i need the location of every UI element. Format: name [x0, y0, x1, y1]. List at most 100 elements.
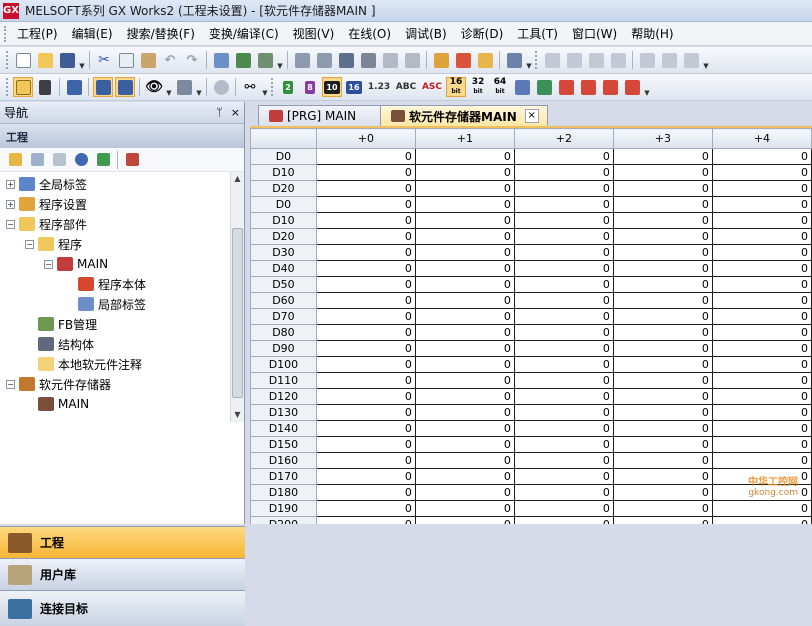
device-value-cell[interactable]: 0	[513, 260, 614, 277]
device-import-icon[interactable]	[556, 77, 576, 97]
sampling-trace-icon[interactable]	[475, 50, 495, 70]
paste-data-icon[interactable]	[49, 150, 69, 170]
plc-write-icon[interactable]	[292, 50, 312, 70]
device-value-cell[interactable]: 0	[612, 180, 713, 197]
device-value-cell[interactable]: 0	[513, 228, 614, 245]
compile-icon[interactable]	[233, 50, 253, 70]
device-value-cell[interactable]: 0	[315, 516, 416, 524]
device-value-cell[interactable]: 0	[414, 436, 515, 453]
device-value-cell[interactable]: 0	[612, 372, 713, 389]
menu-window[interactable]: 窗口(W)	[565, 23, 624, 45]
tab-prg-main[interactable]: [PRG] MAIN	[258, 105, 386, 126]
tab-device-memory-main[interactable]: 软元件存储器MAIN ×	[380, 105, 548, 126]
device-value-cell[interactable]: 0	[414, 388, 515, 405]
ladder-line-icon[interactable]	[608, 50, 628, 70]
device-value-cell[interactable]: 0	[513, 500, 614, 517]
device-value-cell[interactable]: 0	[513, 212, 614, 229]
collapse-icon[interactable]: −	[6, 219, 15, 229]
device-value-cell[interactable]: 0	[315, 164, 416, 181]
collapse-icon[interactable]: −	[25, 239, 34, 249]
device-comment-icon[interactable]	[115, 77, 135, 97]
device-value-cell[interactable]: 0	[513, 276, 614, 293]
device-fill-icon[interactable]	[622, 77, 642, 97]
ladder-fall-icon[interactable]	[681, 50, 701, 70]
ladder-rise-icon[interactable]	[659, 50, 679, 70]
plc-settings-icon[interactable]	[122, 150, 142, 170]
device-value-cell[interactable]: 0	[315, 276, 416, 293]
device-value-cell[interactable]: 0	[711, 420, 812, 437]
menu-help[interactable]: 帮助(H)	[624, 23, 680, 45]
device-value-cell[interactable]: 0	[612, 212, 713, 229]
device-value-cell[interactable]: 0	[711, 372, 812, 389]
undo-icon[interactable]: ↶	[160, 50, 180, 70]
ladder-branch-icon[interactable]	[637, 50, 657, 70]
device-value-cell[interactable]: 0	[513, 436, 614, 453]
open-folder-icon[interactable]	[35, 50, 55, 70]
device-value-cell[interactable]: 0	[414, 180, 515, 197]
tree-item-program[interactable]: − 程序	[25, 234, 82, 254]
close-tab-icon[interactable]: ×	[524, 109, 539, 123]
ladder-coil-icon[interactable]	[564, 50, 584, 70]
menu-grip-icon[interactable]	[4, 25, 7, 42]
output-window-icon[interactable]	[64, 77, 84, 97]
device-write-icon[interactable]	[512, 77, 532, 97]
device-value-cell[interactable]: 0	[414, 356, 515, 373]
device-value-cell[interactable]: 0	[711, 260, 812, 277]
device-value-cell[interactable]: 0	[711, 228, 812, 245]
copy-icon[interactable]	[116, 50, 136, 70]
device-value-cell[interactable]: 0	[315, 212, 416, 229]
copy-data-icon[interactable]	[27, 150, 47, 170]
device-value-cell[interactable]: 0	[711, 276, 812, 293]
device-value-cell[interactable]: 0	[513, 340, 614, 357]
device-value-cell[interactable]: 0	[414, 420, 515, 437]
verify-icon[interactable]	[336, 50, 356, 70]
ladder-contact-icon[interactable]	[542, 50, 562, 70]
device-value-cell[interactable]: 0	[315, 388, 416, 405]
device-read-icon[interactable]	[534, 77, 554, 97]
monitor-icon[interactable]	[358, 50, 378, 70]
ascii-display-button[interactable]: ASC	[420, 77, 444, 97]
device-value-cell[interactable]: 0	[711, 404, 812, 421]
device-value-cell[interactable]: 0	[612, 196, 713, 213]
string-display-button[interactable]: ABC	[394, 77, 418, 97]
device-value-cell[interactable]: 0	[612, 260, 713, 277]
paste-icon[interactable]	[138, 50, 158, 70]
device-value-cell[interactable]: 0	[513, 356, 614, 373]
tree-item-structures[interactable]: 结构体	[38, 334, 94, 354]
device-value-cell[interactable]: 0	[513, 468, 614, 485]
device-value-cell[interactable]: 0	[315, 244, 416, 261]
menu-find-replace[interactable]: 搜索/替换(F)	[120, 23, 202, 45]
tree-item-main-program[interactable]: − MAIN	[44, 254, 108, 274]
device-export-icon[interactable]	[578, 77, 598, 97]
binoculars-icon[interactable]: ⚯	[240, 77, 260, 97]
device-value-cell[interactable]: 0	[414, 148, 515, 165]
device-value-cell[interactable]: 0	[513, 404, 614, 421]
toolbar-grip-icon[interactable]	[6, 78, 9, 96]
bottom-tab-project[interactable]: 工程	[0, 526, 245, 558]
device-value-cell[interactable]: 0	[414, 292, 515, 309]
device-value-cell[interactable]: 0	[612, 484, 713, 501]
scroll-up-icon[interactable]: ▲	[231, 172, 244, 186]
device-value-cell[interactable]: 0	[414, 196, 515, 213]
refresh-icon[interactable]	[93, 150, 113, 170]
device-value-cell[interactable]: 0	[612, 244, 713, 261]
device-value-cell[interactable]: 0	[612, 468, 713, 485]
device-dropdown-icon[interactable]: ▼	[643, 77, 651, 97]
device-value-cell[interactable]: 0	[711, 148, 812, 165]
device-value-cell[interactable]: 0	[513, 148, 614, 165]
device-value-cell[interactable]: 0	[612, 324, 713, 341]
device-value-cell[interactable]: 0	[315, 340, 416, 357]
device-value-cell[interactable]: 0	[513, 180, 614, 197]
device-value-cell[interactable]: 0	[612, 404, 713, 421]
device-value-cell[interactable]: 0	[513, 164, 614, 181]
device-value-cell[interactable]: 0	[711, 436, 812, 453]
monitor-write-icon[interactable]	[402, 50, 422, 70]
device-value-cell[interactable]: 0	[612, 516, 713, 524]
device-value-cell[interactable]: 0	[315, 500, 416, 517]
device-search-icon[interactable]	[211, 50, 231, 70]
tree-item-local-labels[interactable]: 局部标签	[78, 294, 146, 314]
device-value-cell[interactable]: 0	[711, 292, 812, 309]
new-data-icon[interactable]	[5, 150, 25, 170]
device-value-cell[interactable]: 0	[711, 196, 812, 213]
device-value-cell[interactable]: 0	[315, 356, 416, 373]
